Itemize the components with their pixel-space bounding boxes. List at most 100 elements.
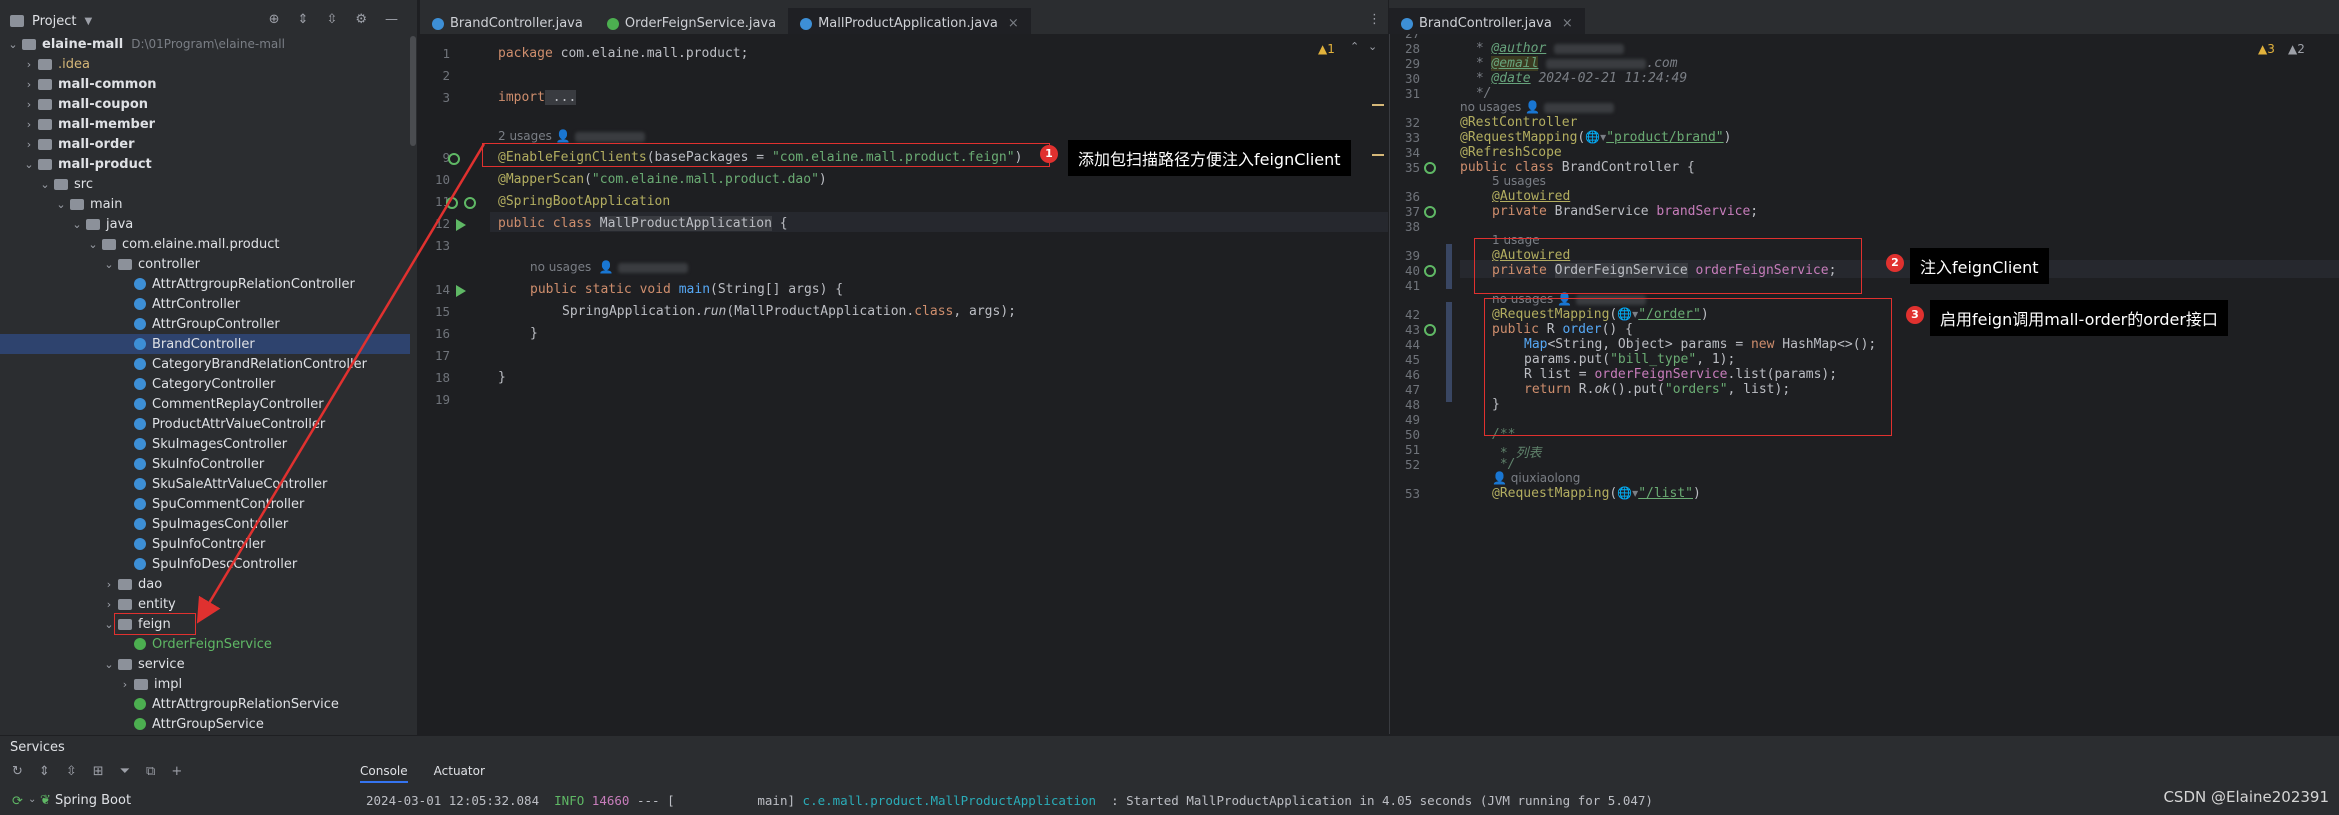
bean-icon[interactable]	[1424, 162, 1436, 174]
tree-item[interactable]: ⌄ main	[0, 194, 410, 214]
warning-indicator[interactable]: ▲3	[2258, 42, 2275, 56]
tree-item[interactable]: AttrAttrgroupRelationService	[0, 694, 410, 714]
bean-icon[interactable]	[464, 197, 476, 209]
tree-item[interactable]: ⌄ elaine-mall D:\01Program\elaine-mall	[0, 34, 410, 54]
folder-icon	[38, 78, 52, 90]
tree-item[interactable]: CategoryController	[0, 374, 410, 394]
chevron-down-icon[interactable]: ⌄	[28, 794, 36, 805]
tree-item[interactable]: › entity	[0, 594, 410, 614]
tree-item-label: mall-coupon	[58, 96, 149, 112]
chevron-right-icon[interactable]: ›	[102, 578, 116, 591]
expand-all-icon[interactable]: ⇕	[298, 12, 309, 27]
tree-item[interactable]: SpuImagesController	[0, 514, 410, 534]
tree-item[interactable]: SpuCommentController	[0, 494, 410, 514]
tree-item[interactable]: BrandController	[0, 334, 410, 354]
tree-item[interactable]: SpuInfoController	[0, 534, 410, 554]
chevron-down-icon[interactable]: ⌄	[54, 198, 68, 211]
tree-item[interactable]: ⌄ service	[0, 654, 410, 674]
refresh-icon[interactable]: ↻	[12, 764, 23, 779]
chevron-down-icon[interactable]: ⌄	[70, 218, 84, 231]
right-editor[interactable]: 2728293031323334353637383940414243444546…	[1389, 34, 2339, 734]
chevron-right-icon[interactable]: ›	[22, 138, 36, 151]
no-usages-hint[interactable]: no usages 👤	[530, 260, 688, 274]
chevron-right-icon[interactable]: ›	[22, 98, 36, 111]
chevron-right-icon[interactable]: ›	[102, 598, 116, 611]
tree-scrollbar[interactable]	[410, 36, 416, 146]
chevron-down-icon[interactable]: ⌄	[102, 658, 116, 671]
chevron-down-icon[interactable]: ⌄	[6, 38, 20, 51]
folder-icon	[118, 658, 132, 670]
tree-item[interactable]: › impl	[0, 674, 410, 694]
tab-console[interactable]: Console	[360, 764, 408, 783]
tree-item[interactable]: AttrGroupController	[0, 314, 410, 334]
tree-item[interactable]: SpuInfoDescController	[0, 554, 410, 574]
warning-indicator[interactable]: ▲2	[2288, 42, 2305, 56]
tree-item[interactable]: SkuSaleAttrValueController	[0, 474, 410, 494]
tree-item[interactable]: AttrAttrgroupRelationController	[0, 274, 410, 294]
add-icon[interactable]: +	[171, 764, 182, 779]
chevron-down-icon[interactable]: ⌄	[86, 238, 100, 251]
tree-item[interactable]: SkuImagesController	[0, 434, 410, 454]
chevron-down-icon[interactable]: ⌄	[22, 158, 36, 171]
tree-item-label: service	[138, 656, 185, 672]
chevron-down-icon[interactable]: ⌄	[102, 258, 116, 271]
tree-item[interactable]: OrderFeignService	[0, 634, 410, 654]
tree-item[interactable]: › mall-coupon	[0, 94, 410, 114]
tree-item[interactable]: ⌄ src	[0, 174, 410, 194]
gear-icon[interactable]: ⚙	[355, 12, 367, 27]
tree-item[interactable]: ⌄ controller	[0, 254, 410, 274]
run-icon[interactable]	[456, 219, 466, 231]
run-icon[interactable]	[456, 285, 466, 297]
tree-item[interactable]: ⌄ com.elaine.mall.product	[0, 234, 410, 254]
tab-actuator[interactable]: Actuator	[434, 764, 485, 783]
collapse-all-icon[interactable]: ⇳	[326, 12, 337, 27]
tree-item[interactable]: AttrGroupService	[0, 714, 410, 734]
chevron-down-icon[interactable]: ▼	[84, 16, 92, 27]
expand-all-icon[interactable]: ⇕	[39, 764, 50, 779]
chevron-down-icon[interactable]: ⌄	[1368, 40, 1377, 53]
tree-item[interactable]: › .idea	[0, 54, 410, 74]
tree-item[interactable]: ⌄ mall-product	[0, 154, 410, 174]
usages-hint[interactable]: 2 usages 👤	[498, 129, 645, 143]
group-icon[interactable]: ⊞	[93, 764, 104, 779]
bean-icon[interactable]	[1424, 265, 1436, 277]
bean-icon[interactable]	[1424, 324, 1436, 336]
chevron-right-icon[interactable]: ›	[118, 678, 132, 691]
tree-item[interactable]: ⌄ feign	[0, 614, 410, 634]
bean-icon[interactable]	[446, 197, 458, 209]
chevron-up-icon[interactable]: ⌃	[1350, 40, 1359, 53]
author-hint[interactable]: 👤 qiuxiaolong	[1492, 471, 1580, 485]
spring-boot-node[interactable]: ❦ Spring Boot	[40, 793, 131, 808]
close-icon[interactable]: ×	[1008, 16, 1019, 31]
filter-icon[interactable]: ⏷	[120, 764, 130, 779]
chevron-right-icon[interactable]: ›	[22, 58, 36, 71]
tree-item[interactable]: › mall-member	[0, 114, 410, 134]
chevron-right-icon[interactable]: ›	[22, 78, 36, 91]
line-number: 48	[1404, 397, 1420, 412]
tree-item[interactable]: › mall-common	[0, 74, 410, 94]
project-title[interactable]: Project	[32, 14, 76, 29]
no-usages-hint[interactable]: no usages 👤	[1460, 100, 1614, 114]
chevron-down-icon[interactable]: ⌄	[38, 178, 52, 191]
warning-indicator[interactable]: ▲1	[1318, 42, 1335, 56]
left-editor[interactable]: 1 2 3 9 10 11 12 13 14 15 16 17 18 19 ▲1 ⌃ ⌄ package …	[420, 34, 1388, 734]
tree-item[interactable]: SkuInfoController	[0, 454, 410, 474]
tree-item[interactable]: ⌄ java	[0, 214, 410, 234]
tree-item[interactable]: ProductAttrValueController	[0, 414, 410, 434]
minimize-icon[interactable]: —	[385, 12, 398, 27]
more-tabs-icon[interactable]: ⋮	[1368, 12, 1381, 27]
tree-item[interactable]: › mall-order	[0, 134, 410, 154]
bean-icon[interactable]	[448, 153, 460, 165]
tree-item[interactable]: › dao	[0, 574, 410, 594]
chevron-right-icon[interactable]: ›	[22, 118, 36, 131]
usages-hint[interactable]: 5 usages	[1492, 174, 1546, 188]
line-number: 45	[1404, 352, 1420, 367]
tree-item[interactable]: CategoryBrandRelationController	[0, 354, 410, 374]
tree-item[interactable]: CommentReplayController	[0, 394, 410, 414]
close-icon[interactable]: ×	[1562, 16, 1573, 31]
tree-item[interactable]: AttrController	[0, 294, 410, 314]
collapse-all-icon[interactable]: ⇳	[66, 764, 77, 779]
new-tab-icon[interactable]: ⧉	[146, 764, 155, 779]
bean-icon[interactable]	[1424, 206, 1436, 218]
locate-icon[interactable]: ⊕	[269, 12, 280, 27]
